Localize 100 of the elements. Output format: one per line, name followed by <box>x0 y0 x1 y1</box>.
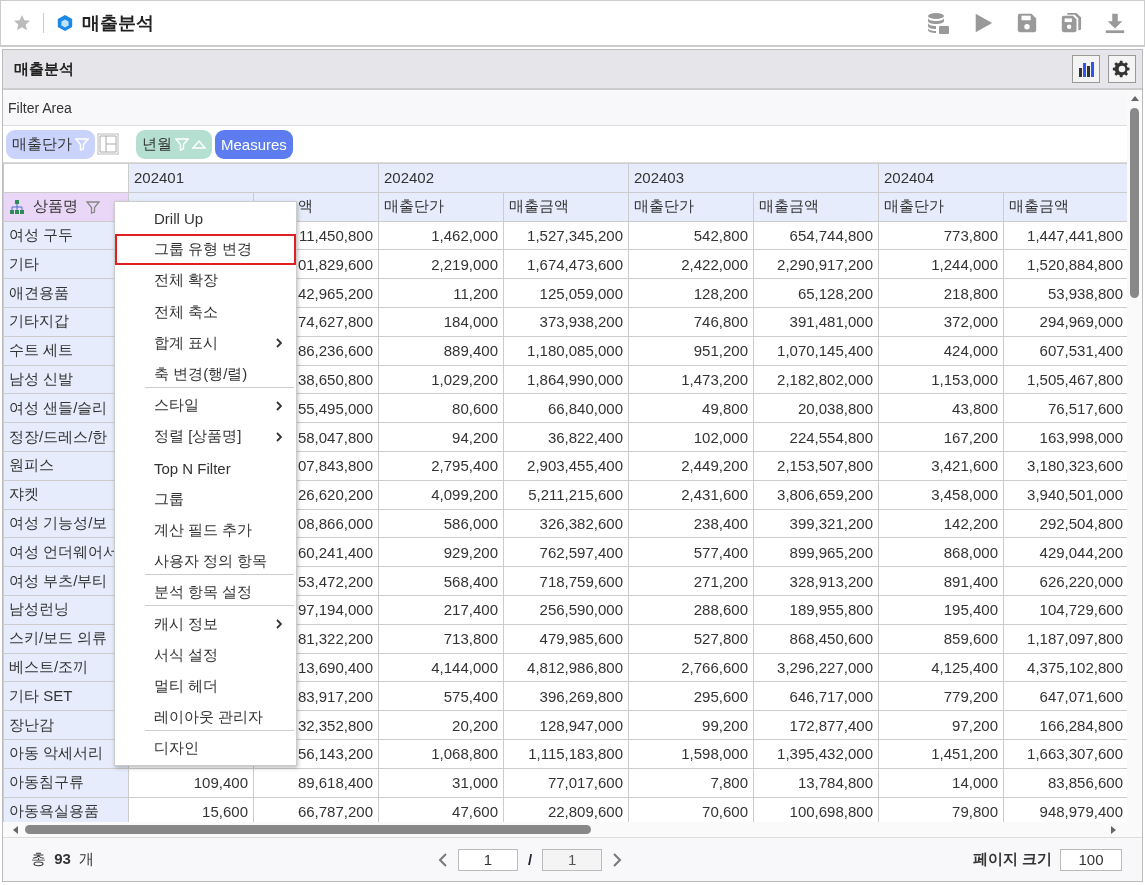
table-cell: 3,180,323,600 <box>1003 451 1127 481</box>
table-cell: 184,000 <box>378 307 504 337</box>
save-icon[interactable] <box>1016 12 1038 34</box>
scroll-right-icon[interactable] <box>1110 824 1118 835</box>
table-cell: 2,182,802,000 <box>753 365 879 394</box>
table-cell: 373,938,200 <box>503 307 629 337</box>
table-cell: 294,969,000 <box>1003 307 1127 337</box>
table-cell: 2,422,000 <box>628 249 754 279</box>
table-cell: 99,200 <box>628 710 754 740</box>
table-cell: 4,375,102,800 <box>1003 653 1127 682</box>
table-cell: 1,473,200 <box>628 365 754 394</box>
filter-area-label: Filter Area <box>8 99 72 116</box>
table-cell: 66,787,200 <box>253 797 379 822</box>
scroll-left-icon[interactable] <box>11 824 19 835</box>
table-cell: 647,071,600 <box>1003 681 1127 711</box>
table-cell: 328,913,200 <box>753 566 879 596</box>
scroll-thumb[interactable] <box>25 825 591 834</box>
table-cell: 53,938,800 <box>1003 278 1127 308</box>
filter-icon[interactable] <box>86 199 100 214</box>
table-cell: 94,200 <box>378 422 504 452</box>
table-cell: 238,400 <box>628 509 754 538</box>
submenu-chevron-icon <box>276 338 282 349</box>
table-cell: 2,153,507,800 <box>753 451 879 481</box>
table-cell: 83,856,600 <box>1003 768 1127 798</box>
table-cell: 4,812,986,800 <box>503 653 629 682</box>
table-cell: 1,029,200 <box>378 365 504 394</box>
scroll-up-icon[interactable] <box>1129 94 1140 102</box>
filter-area[interactable]: Filter Area <box>3 90 1127 126</box>
table-cell: 102,000 <box>628 422 754 452</box>
table-cell: 288,600 <box>628 595 754 625</box>
horizontal-scrollbar[interactable] <box>3 822 1142 838</box>
table-cell: 13,784,800 <box>753 768 879 798</box>
table-cell: 2,431,600 <box>628 480 754 510</box>
table-cell: 142,200 <box>878 509 1004 538</box>
table-cell: 1,244,000 <box>878 249 1004 279</box>
table-cell: 2,290,917,200 <box>753 249 879 279</box>
table-cell: 4,099,200 <box>378 480 504 510</box>
filter-icon[interactable] <box>175 137 189 151</box>
table-cell: 163,998,000 <box>1003 422 1127 452</box>
scroll-thumb[interactable] <box>1130 108 1139 298</box>
table-cell: 104,729,600 <box>1003 595 1127 625</box>
table-cell: 3,806,659,200 <box>753 480 879 510</box>
page-size-field[interactable]: 100 <box>1060 848 1122 871</box>
download-icon[interactable] <box>1104 12 1126 34</box>
table-cell: 762,597,400 <box>503 537 629 567</box>
page-size-label: 페이지 크기 <box>972 850 1052 869</box>
window-title: 매출분석 <box>82 12 154 35</box>
measure-header: 매출단가 <box>878 192 1004 222</box>
submenu-chevron-icon <box>276 431 282 442</box>
table-cell: 607,531,400 <box>1003 336 1127 366</box>
table-cell: 167,200 <box>878 422 1004 452</box>
table-cell: 97,200 <box>878 710 1004 740</box>
column-header: 202402 <box>378 163 629 193</box>
table-cell: 20,038,800 <box>753 393 879 423</box>
field-pill[interactable]: 매출단가 <box>6 129 95 159</box>
next-page-icon[interactable] <box>612 852 623 867</box>
table-cell: 527,800 <box>628 624 754 654</box>
save-all-icon[interactable] <box>1060 12 1082 34</box>
table-cell: 575,400 <box>378 681 504 711</box>
table-cell: 3,296,227,000 <box>753 653 879 682</box>
panel-title: 매출분석 <box>14 59 74 79</box>
column-header: 202401 <box>128 163 379 193</box>
page-field[interactable]: 1 <box>458 848 519 871</box>
layout-icon[interactable] <box>97 133 119 155</box>
table-cell: 899,965,200 <box>753 537 879 567</box>
table-cell: 172,877,400 <box>753 710 879 740</box>
table-cell: 76,517,600 <box>1003 393 1127 423</box>
table-cell: 3,940,501,000 <box>1003 480 1127 510</box>
field-pill[interactable]: 년월 <box>136 129 212 159</box>
table-cell: 89,618,400 <box>253 768 379 798</box>
filter-icon[interactable] <box>75 137 89 151</box>
page-count-field[interactable]: 1 <box>542 848 603 871</box>
star-icon[interactable] <box>13 14 31 32</box>
vertical-scrollbar[interactable] <box>1127 90 1142 822</box>
table-cell: 859,600 <box>878 624 1004 654</box>
table-cell: 3,458,000 <box>878 480 1004 510</box>
table-cell: 66,840,000 <box>503 393 629 423</box>
table-cell: 295,600 <box>628 681 754 711</box>
table-cell: 1,462,000 <box>378 221 504 250</box>
previous-page-icon[interactable] <box>438 852 449 867</box>
menu-item[interactable]: 그룹 유형 변경 <box>115 234 296 266</box>
table-cell: 7,800 <box>628 768 754 798</box>
chart-button[interactable] <box>1072 55 1100 83</box>
table-cell: 1,180,085,000 <box>503 336 629 366</box>
table-cell: 1,505,467,800 <box>1003 365 1127 394</box>
table-cell: 1,451,200 <box>878 739 1004 769</box>
row-label: 아동침구류 <box>3 768 129 798</box>
table-cell: 586,000 <box>378 509 504 538</box>
table-cell: 399,321,200 <box>753 509 879 538</box>
table-cell: 479,985,600 <box>503 624 629 654</box>
field-pill[interactable]: Measures <box>215 129 293 159</box>
table-cell: 568,400 <box>378 566 504 596</box>
table-cell: 128,200 <box>628 278 754 308</box>
table-cell: 713,800 <box>378 624 504 654</box>
table-cell: 22,809,600 <box>503 797 629 822</box>
database-icon[interactable] <box>926 11 950 35</box>
page-separator: / <box>528 851 533 868</box>
settings-button[interactable] <box>1108 55 1136 83</box>
table-cell: 1,674,473,600 <box>503 249 629 279</box>
table-cell: 1,187,097,800 <box>1003 624 1127 654</box>
